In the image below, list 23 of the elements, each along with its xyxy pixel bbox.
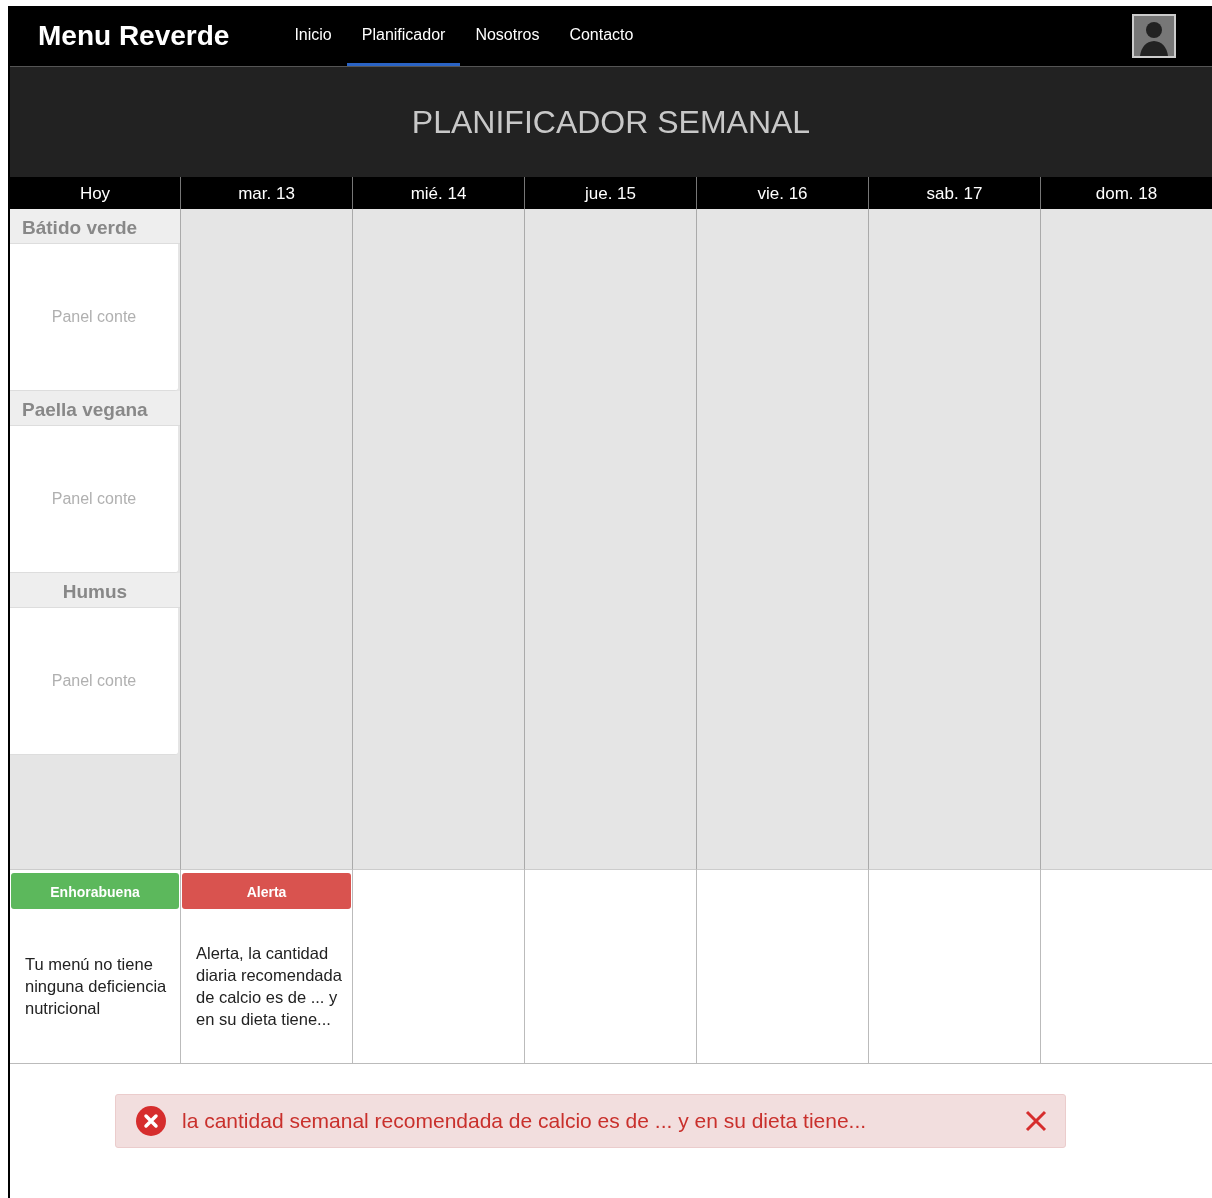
notice-text: Alerta, la cantidad diaria recomendada de calcio es de ... y en su dieta tiene... [195, 943, 343, 1030]
nav-link[interactable]: Contacto [554, 6, 649, 66]
avatar-icon[interactable] [1132, 14, 1176, 58]
day-header: mar. 13 [180, 177, 352, 209]
day-header: vie. 16 [696, 177, 868, 209]
day-header: dom. 18 [1040, 177, 1212, 209]
nav-link[interactable]: Nosotros [460, 6, 555, 66]
alert-text: la cantidad semanal recomendada de calcio es de ... y en su dieta tiene... [182, 1109, 868, 1133]
nav-link[interactable]: Inicio [279, 6, 347, 66]
day-header: mié. 14 [352, 177, 524, 209]
day-header: Hoy [10, 177, 180, 209]
meal-panel: Panel conte [10, 244, 178, 391]
meal-panel: Panel conte [10, 608, 178, 755]
close-button[interactable] [1023, 1108, 1049, 1134]
notice-text: Tu menú no tiene ninguna deficiencia nutricional [24, 954, 168, 1019]
brand-logo[interactable]: Menu Reverde [38, 20, 230, 52]
notice-header: Alerta [182, 873, 351, 909]
notice-header: Enhorabuena [11, 873, 179, 909]
page-title: PLANIFICADOR SEMANAL [411, 103, 811, 141]
day-header: jue. 15 [524, 177, 696, 209]
day-header: sab. 17 [868, 177, 1040, 209]
error-icon [136, 1106, 166, 1136]
meal-panel: Panel conte [10, 426, 178, 573]
